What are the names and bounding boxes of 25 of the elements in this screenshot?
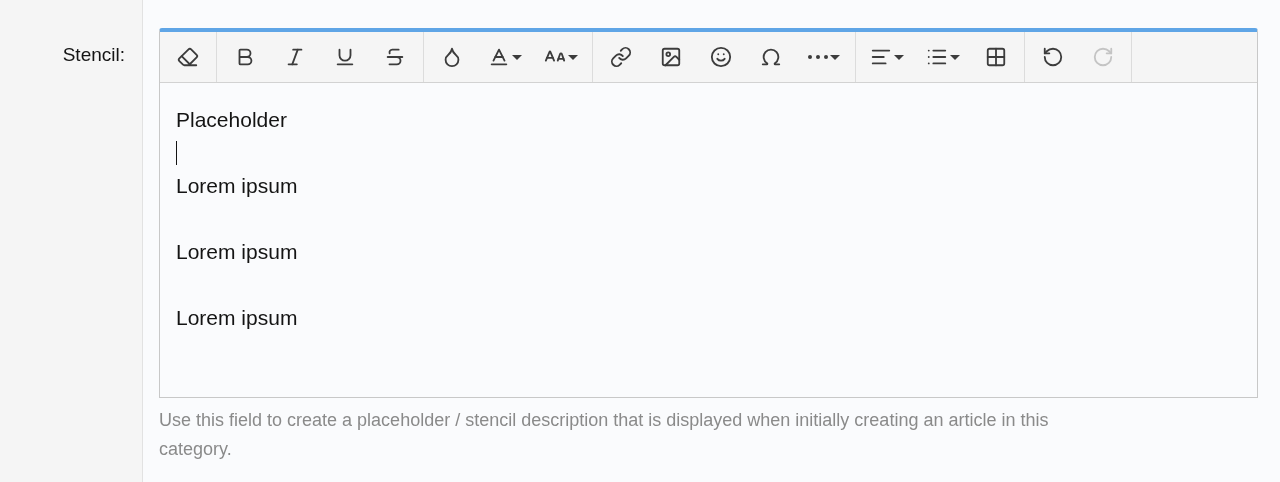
underline-icon — [334, 46, 356, 68]
caret-icon — [830, 54, 840, 60]
font-icon — [488, 46, 510, 68]
field-label: Stencil: — [62, 44, 125, 67]
table-icon — [985, 46, 1007, 68]
image-icon — [660, 46, 682, 68]
text-cursor — [176, 140, 177, 165]
strikethrough-icon — [384, 46, 406, 68]
eraser-icon — [177, 46, 199, 68]
omega-icon — [760, 46, 782, 68]
caret-icon — [894, 54, 904, 60]
paragraph: Lorem ipsum — [176, 305, 298, 331]
caret-icon — [568, 54, 578, 60]
ellipsis-icon — [808, 55, 828, 59]
paragraph: Lorem ipsum — [176, 239, 298, 265]
paragraph: Lorem ipsum — [176, 173, 298, 199]
redo-icon — [1092, 46, 1114, 68]
paragraph: Placeholder — [176, 107, 287, 133]
help-text: Use this field to create a placeholder / stencil description that is displayed when initially creating an article in this category. — [159, 409, 1050, 461]
caret-icon — [512, 54, 522, 60]
caret-icon — [950, 54, 960, 60]
undo-icon — [1042, 46, 1064, 68]
rich-text-editor[interactable]: Placeholder Lorem ipsum Lorem ipsum Lorem ipsum — [159, 28, 1258, 398]
smiley-icon — [710, 46, 732, 68]
link-icon — [610, 46, 632, 68]
